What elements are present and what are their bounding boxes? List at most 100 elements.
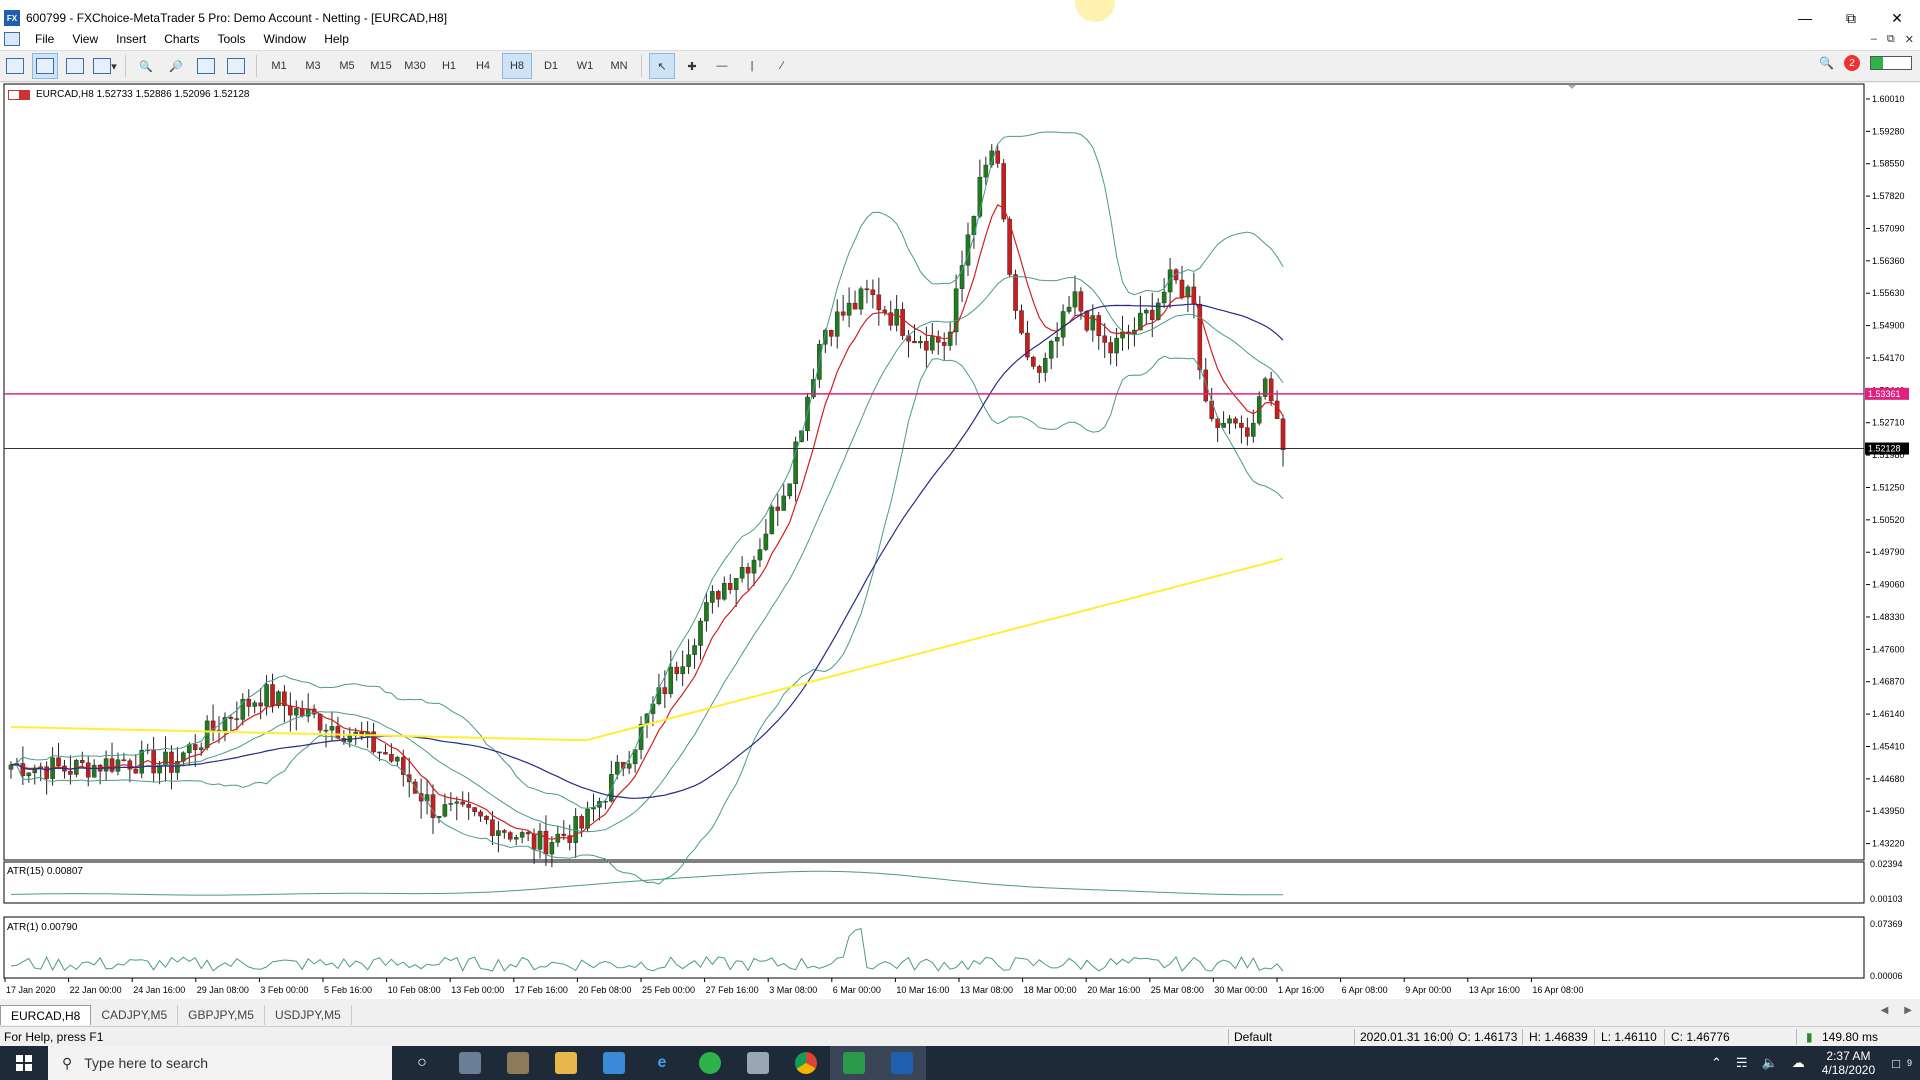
file-manager-icon[interactable]: [446, 1046, 494, 1080]
trendline-icon[interactable]: ∕: [769, 53, 795, 79]
timeframe-h4[interactable]: H4: [468, 53, 498, 79]
time-tick-label: 24 Jan 16:00: [133, 985, 185, 995]
zoom-out-icon[interactable]: 🔎: [163, 53, 189, 79]
auto-scroll-icon[interactable]: [223, 53, 249, 79]
status-open: O: 1.46173: [1458, 1030, 1518, 1044]
status-profile[interactable]: Default: [1234, 1030, 1272, 1044]
candle-body: [252, 702, 257, 707]
menu-view[interactable]: View: [63, 28, 107, 50]
mdi-restore-button[interactable]: ⧉: [1887, 33, 1895, 46]
status-close: C: 1.46776: [1671, 1030, 1730, 1044]
menu-window[interactable]: Window: [255, 28, 316, 50]
chrome-icon[interactable]: [782, 1046, 830, 1080]
tab-scroll-left-icon[interactable]: ◀: [1881, 1005, 1889, 1016]
candle-body: [668, 666, 674, 694]
candle-body: [1251, 422, 1256, 437]
new-chart-icon[interactable]: [2, 53, 28, 79]
price-tick-label: 1.44680: [1872, 774, 1905, 784]
timeframe-m30[interactable]: M30: [400, 53, 430, 79]
price-tick-label: 1.49060: [1872, 580, 1905, 590]
candle-body: [674, 666, 680, 675]
scroll-chart-icon[interactable]: [193, 53, 219, 79]
time-tick-label: 17 Jan 2020: [6, 985, 56, 995]
candle-body: [288, 705, 293, 716]
taskbar-clock[interactable]: 2:37 AM 4/18/2020: [1822, 1049, 1875, 1077]
menu-charts[interactable]: Charts: [155, 28, 208, 50]
timeframe-m5[interactable]: M5: [332, 53, 362, 79]
tab-eurcad-h8[interactable]: EURCAD,H8: [0, 1005, 92, 1025]
tab-usdjpy-m5[interactable]: USDJPY,M5: [265, 1005, 352, 1025]
atr1-axis-top: 0.07369: [1870, 919, 1903, 929]
start-button[interactable]: [0, 1046, 48, 1080]
wifi-icon[interactable]: ☴: [1736, 1055, 1748, 1071]
price-tick-label: 1.52710: [1872, 418, 1905, 428]
timeframe-h1[interactable]: H1: [434, 53, 464, 79]
candle-body: [323, 729, 329, 732]
tab-cadjpy-m5[interactable]: CADJPY,M5: [91, 1005, 179, 1025]
candle-body: [704, 602, 709, 622]
candle-body: [133, 769, 139, 774]
candle-body: [721, 583, 727, 600]
atr1-axis-bottom: 0.00006: [1870, 971, 1903, 981]
candlestick-icon[interactable]: [32, 53, 58, 79]
timeframe-d1[interactable]: D1: [536, 53, 566, 79]
timeframe-w1[interactable]: W1: [570, 53, 600, 79]
tools-app-icon[interactable]: [494, 1046, 542, 1080]
chart-area[interactable]: 1.60010 1.59280 1.58550 1.57820 1.57090 1.563…: [0, 83, 1920, 999]
vertical-line-icon[interactable]: |: [739, 53, 765, 79]
candle-body: [192, 744, 198, 750]
mdi-close-button[interactable]: ✕: [1905, 33, 1914, 46]
document-icon[interactable]: [4, 32, 20, 46]
timeframe-m15[interactable]: M15: [366, 53, 396, 79]
internet-explorer-icon[interactable]: e: [638, 1046, 686, 1080]
office-app-icon[interactable]: [734, 1046, 782, 1080]
candle-body: [686, 654, 691, 667]
price-chart[interactable]: 1.60010 1.59280 1.58550 1.57820 1.57090 1.563…: [0, 83, 1920, 999]
volume-icon[interactable]: 🔈: [1762, 1055, 1778, 1071]
crosshair-icon[interactable]: ✚: [679, 53, 705, 79]
file-explorer-icon[interactable]: [542, 1046, 590, 1080]
candle-body: [745, 567, 751, 574]
metatrader-taskbar-icon[interactable]: [878, 1046, 926, 1080]
menu-help[interactable]: Help: [315, 28, 358, 50]
menu-insert[interactable]: Insert: [107, 28, 155, 50]
timeframe-mn[interactable]: MN: [604, 53, 634, 79]
candle-body: [1144, 309, 1149, 314]
timeframe-h8[interactable]: H8: [502, 53, 532, 79]
moon-decoration: [1075, 0, 1115, 22]
search-icon[interactable]: 🔍: [1819, 56, 1834, 70]
timeframe-m1[interactable]: M1: [264, 53, 294, 79]
task-view-icon[interactable]: ○: [398, 1046, 446, 1080]
whatsapp-icon[interactable]: [686, 1046, 734, 1080]
templates-icon[interactable]: ▾: [92, 53, 118, 79]
candle-body: [781, 495, 786, 511]
tab-scroll-right-icon[interactable]: ▶: [1904, 1005, 1912, 1016]
line-chart-icon[interactable]: [62, 53, 88, 79]
cursor-icon[interactable]: ↖: [649, 53, 675, 79]
candle-body: [1078, 291, 1084, 312]
connection-indicator: [1870, 56, 1912, 70]
action-center-icon[interactable]: □: [1892, 1056, 1900, 1071]
menu-file[interactable]: File: [26, 28, 63, 50]
candle-body: [472, 807, 477, 813]
candle-body: [121, 759, 127, 761]
candle-body: [383, 752, 388, 755]
time-tick-label: 3 Mar 08:00: [769, 985, 817, 995]
taskbar-search[interactable]: ⚲ Type here to search: [48, 1046, 392, 1080]
chat-app-icon[interactable]: [830, 1046, 878, 1080]
remote-desktop-icon[interactable]: [590, 1046, 638, 1080]
notification-badge[interactable]: 2: [1844, 55, 1860, 71]
chart-tabs: EURCAD,H8 CADJPY,M5 GBPJPY,M5 USDJPY,M5 …: [0, 1003, 1920, 1025]
mdi-minimize-button[interactable]: –: [1871, 33, 1877, 45]
tab-gbpjpy-m5[interactable]: GBPJPY,M5: [178, 1005, 265, 1025]
candle-body: [983, 164, 989, 178]
time-tick-label: 10 Mar 16:00: [896, 985, 949, 995]
signal-icon: ▮: [1806, 1030, 1813, 1044]
chevron-up-icon[interactable]: ⌃: [1711, 1055, 1722, 1071]
candle-body: [490, 819, 495, 836]
menu-tools[interactable]: Tools: [209, 28, 255, 50]
timeframe-m3[interactable]: M3: [298, 53, 328, 79]
onedrive-icon[interactable]: ☁: [1792, 1055, 1805, 1071]
horizontal-line-icon[interactable]: —: [709, 53, 735, 79]
zoom-in-icon[interactable]: 🔍: [133, 53, 159, 79]
